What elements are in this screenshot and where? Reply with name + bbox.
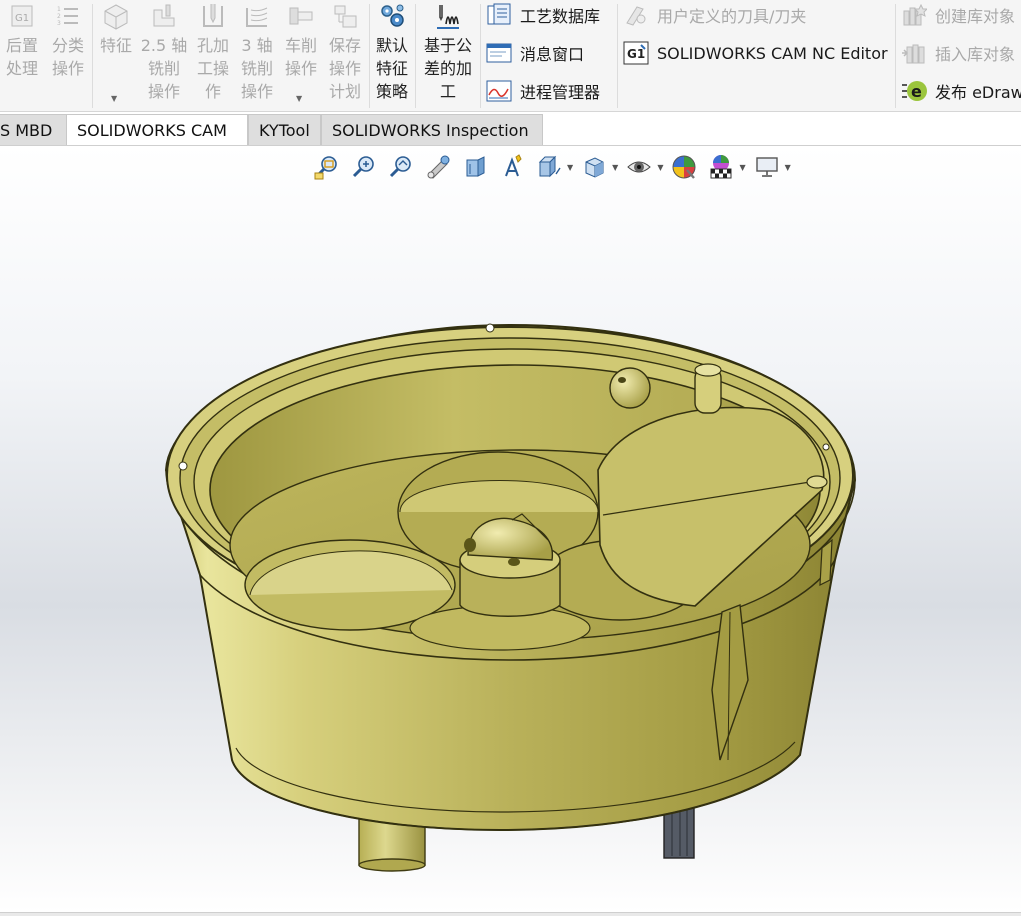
post-process-button[interactable]: G1 后置 处理 bbox=[2, 2, 42, 80]
publish-edrawings-button[interactable]: e 发布 eDraw bbox=[901, 78, 1021, 104]
tab-label: SOLIDWORKS Inspection bbox=[332, 121, 529, 140]
turn-ops-button[interactable]: 车削 操作 bbox=[282, 2, 320, 80]
feature-dropdown-icon[interactable]: ▼ bbox=[111, 94, 117, 103]
save-op-plan-label: 保存 操作 计划 bbox=[328, 36, 361, 101]
hole-ops-label: 孔加 工操 作 bbox=[196, 36, 229, 101]
g1-icon: G1 bbox=[11, 5, 33, 27]
ribbon-separator bbox=[92, 4, 93, 108]
nc-editor-label: SOLIDWORKS CAM NC Editor bbox=[657, 43, 888, 63]
message-window-label: 消息窗口 bbox=[520, 45, 585, 64]
tab-label: KYTool bbox=[259, 121, 310, 140]
tab-mbd[interactable]: S MBD bbox=[0, 114, 67, 145]
classify-ops-button[interactable]: 123 分类 操作 bbox=[48, 2, 88, 80]
tech-database-label: 工艺数据库 bbox=[520, 7, 601, 26]
process-manager-button[interactable]: 进程管理器 bbox=[486, 78, 600, 104]
gears-icon bbox=[381, 4, 404, 27]
ribbon-separator bbox=[415, 4, 416, 108]
hole-ops-button[interactable]: 孔加 工操 作 bbox=[192, 2, 234, 103]
mill-3-axis-button[interactable]: 3 轴 铣削 操作 bbox=[236, 2, 278, 103]
nc-editor-button[interactable]: G1 SOLIDWORKS CAM NC Editor bbox=[623, 40, 888, 66]
feature-label: 特征 bbox=[99, 36, 132, 55]
tab-solidworks-cam[interactable]: SOLIDWORKS CAM bbox=[66, 114, 248, 145]
svg-text:2: 2 bbox=[57, 13, 61, 20]
tolerance-machining-label: 基于公 差的加 工 bbox=[423, 36, 472, 101]
svg-text:3: 3 bbox=[57, 20, 61, 27]
user-tool-holder-button[interactable]: 用户定义的刀具/刀夹 bbox=[623, 2, 806, 28]
tolerance-icon bbox=[437, 5, 459, 29]
turn-ops-dropdown-icon[interactable]: ▼ bbox=[296, 94, 302, 103]
tech-database-button[interactable]: 工艺数据库 bbox=[486, 2, 600, 28]
part-model-bowl[interactable] bbox=[0, 146, 1021, 912]
process-manager-icon bbox=[486, 80, 512, 102]
svg-text:G1: G1 bbox=[15, 13, 29, 24]
svg-text:G1: G1 bbox=[627, 47, 645, 61]
turn-ops-label: 车削 操作 bbox=[284, 36, 317, 78]
svg-text:1: 1 bbox=[57, 6, 61, 13]
ribbon-separator bbox=[480, 4, 481, 108]
message-window-button[interactable]: 消息窗口 bbox=[486, 40, 584, 66]
classify-ops-label: 分类 操作 bbox=[51, 36, 84, 78]
save-plan-icon bbox=[334, 5, 357, 28]
library-insert-icon bbox=[902, 44, 925, 64]
tool-icon bbox=[626, 6, 646, 26]
ribbon-separator bbox=[369, 4, 370, 108]
library-create-icon bbox=[903, 3, 927, 26]
tab-label: S MBD bbox=[0, 121, 53, 140]
mill-25-axis-button[interactable]: 2.5 轴 铣削 操作 bbox=[140, 2, 188, 103]
svg-text:e: e bbox=[911, 82, 922, 101]
message-window-icon bbox=[486, 43, 512, 63]
create-library-object-button[interactable]: 创建库对象 bbox=[901, 2, 1015, 28]
user-tool-holder-label: 用户定义的刀具/刀夹 bbox=[657, 7, 807, 26]
numbered-list-icon: 123 bbox=[57, 6, 78, 27]
feature-button[interactable]: 特征 bbox=[96, 2, 136, 57]
default-strategy-label: 默认 特征 策略 bbox=[375, 36, 408, 101]
status-bar-edge bbox=[0, 912, 1021, 916]
tab-label: SOLIDWORKS CAM bbox=[77, 121, 227, 140]
mill-25-axis-label: 2.5 轴 铣削 操作 bbox=[140, 36, 188, 101]
tab-kytool[interactable]: KYTool bbox=[248, 114, 321, 145]
drill-icon bbox=[203, 4, 223, 27]
command-manager-tabs: S MBD SOLIDWORKS CAM KYTool SOLIDWORKS I… bbox=[0, 113, 1021, 146]
post-process-label: 后置 处理 bbox=[5, 36, 38, 78]
mill-25-icon bbox=[153, 4, 175, 27]
ribbon-separator bbox=[895, 4, 896, 108]
process-manager-label: 进程管理器 bbox=[520, 83, 601, 102]
insert-library-object-label: 插入库对象 bbox=[935, 45, 1016, 64]
ribbon-separator bbox=[617, 4, 618, 108]
insert-library-object-button[interactable]: 插入库对象 bbox=[901, 40, 1015, 66]
tolerance-machining-button[interactable]: 基于公 差的加 工 bbox=[418, 2, 478, 103]
save-op-plan-button[interactable]: 保存 操作 计划 bbox=[324, 2, 366, 103]
edrawings-icon: e bbox=[902, 81, 927, 101]
mill-3-axis-label: 3 轴 铣削 操作 bbox=[240, 36, 273, 101]
database-icon bbox=[487, 3, 511, 25]
create-library-object-label: 创建库对象 bbox=[935, 7, 1016, 26]
mill-3-icon bbox=[246, 7, 268, 27]
lathe-icon bbox=[289, 7, 313, 25]
nc-editor-icon: G1 bbox=[623, 41, 649, 65]
cube-icon bbox=[104, 4, 128, 30]
default-strategy-button[interactable]: 默认 特征 策略 bbox=[372, 2, 412, 103]
command-manager-ribbon: G1 后置 处理 123 分类 操作 特征 ▼ 2.5 轴 铣削 操作 孔加 工… bbox=[0, 0, 1021, 112]
publish-edrawings-label: 发布 eDraw bbox=[935, 83, 1021, 102]
tab-solidworks-inspection[interactable]: SOLIDWORKS Inspection bbox=[321, 114, 543, 145]
